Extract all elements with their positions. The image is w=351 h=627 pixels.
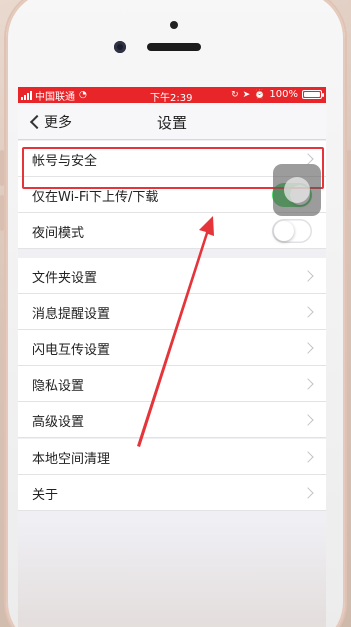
settings-row-label: 高级设置 <box>32 415 85 430</box>
toggle-knob <box>274 221 294 241</box>
settings-row-label: 关于 <box>32 488 59 503</box>
settings-row[interactable]: 文件夹设置 <box>18 258 326 294</box>
settings-row-label: 闪电互传设置 <box>32 343 111 358</box>
front-camera <box>114 41 126 53</box>
chevron-right-icon <box>302 451 314 463</box>
settings-row-label: 夜间模式 <box>32 226 85 241</box>
settings-row[interactable]: 高级设置 <box>18 402 326 438</box>
screen: 中国联通 ◔ 下午2:39 ↻ ➤ ⏰ 100% 更多 设置 帐号与安全仅在Wi… <box>18 87 326 627</box>
assistive-touch-button[interactable] <box>273 164 321 216</box>
proximity-sensor <box>170 21 178 29</box>
toggle-switch[interactable] <box>272 219 312 243</box>
battery-icon <box>302 90 324 99</box>
settings-row-label: 文件夹设置 <box>32 271 98 286</box>
wifi-icon: ◔ <box>79 90 87 100</box>
carrier-label: 中国联通 <box>35 91 75 103</box>
chevron-right-icon <box>302 153 314 165</box>
chevron-right-icon <box>302 414 314 426</box>
chevron-right-icon <box>302 270 314 282</box>
earpiece-speaker <box>147 43 201 51</box>
settings-row-label: 隐私设置 <box>32 379 85 394</box>
settings-row[interactable]: 本地空间清理 <box>18 439 326 475</box>
settings-row[interactable]: 夜间模式 <box>18 213 326 249</box>
navigation-bar: 更多 设置 <box>18 103 326 140</box>
alarm-icon: ⏰ <box>254 89 266 100</box>
settings-row[interactable]: 消息提醒设置 <box>18 294 326 330</box>
settings-row-label: 消息提醒设置 <box>32 307 111 322</box>
page-title: 设置 <box>156 114 187 132</box>
location-icon: ➤ <box>242 89 251 100</box>
volume-button <box>0 150 4 186</box>
settings-row-label: 帐号与安全 <box>32 154 98 169</box>
settings-row-label: 仅在Wi-Fi下上传/下载 <box>32 190 159 205</box>
phone-mockup: 中国联通 ◔ 下午2:39 ↻ ➤ ⏰ 100% 更多 设置 帐号与安全仅在Wi… <box>0 0 351 627</box>
chevron-right-icon <box>302 306 314 318</box>
chevron-right-icon <box>302 342 314 354</box>
status-bar: 中国联通 ◔ 下午2:39 ↻ ➤ ⏰ 100% <box>18 87 326 104</box>
settings-row[interactable]: 隐私设置 <box>18 366 326 402</box>
settings-row[interactable]: 关于 <box>18 475 326 511</box>
status-time: 下午2:39 <box>150 93 193 104</box>
orientation-lock-icon: ↻ <box>231 89 239 100</box>
chevron-right-icon <box>302 487 314 499</box>
settings-row[interactable]: 闪电互传设置 <box>18 330 326 366</box>
power-button <box>347 150 351 210</box>
chevron-right-icon <box>302 378 314 390</box>
empty-area <box>18 521 326 627</box>
volume-button <box>0 195 4 231</box>
battery-percent: 100% <box>269 89 298 100</box>
signal-icon <box>21 90 32 100</box>
settings-row-label: 本地空间清理 <box>32 452 111 467</box>
